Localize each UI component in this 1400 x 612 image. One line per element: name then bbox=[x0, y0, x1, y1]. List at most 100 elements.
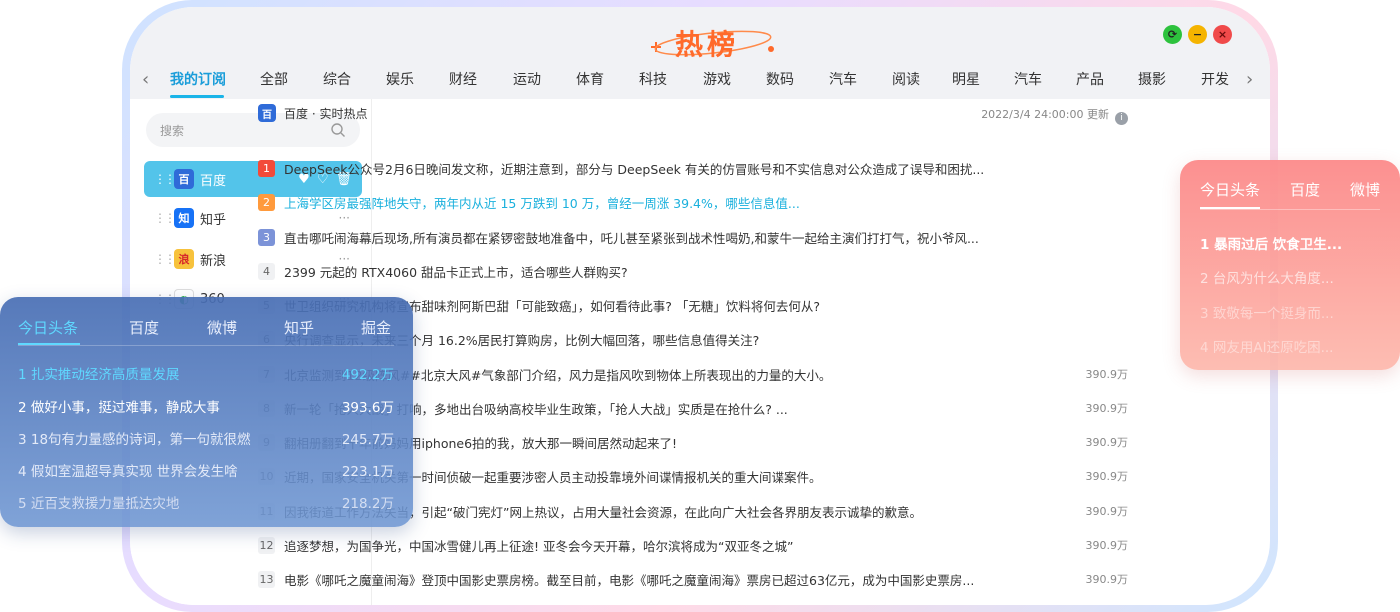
rank-badge: 4 bbox=[258, 262, 275, 280]
row-title[interactable]: 上海学区房最强阵地失守，两年内从近 15 万跌到 10 万，曾经一周涨 39.4… bbox=[284, 193, 1068, 212]
tab-toutiao[interactable]: 今日头条 bbox=[1200, 179, 1260, 200]
list-item[interactable]: 2 台风为什么大角度... bbox=[1200, 267, 1400, 287]
rank-badge: 13 bbox=[258, 570, 275, 588]
brand-logo: 热榜 bbox=[647, 21, 777, 61]
list-item-value: 218.2万 bbox=[341, 496, 394, 512]
table-row[interactable]: 4 2399 元起的 RTX4060 甜品卡正式上市，适合哪些人群购买? bbox=[258, 261, 1128, 281]
active-tab-underline bbox=[18, 343, 80, 345]
tab-sport[interactable]: 运动 bbox=[513, 69, 541, 89]
window-header: 热榜 ⟳ − × ‹ 我的订阅 全部 综合 娱乐 财经 运动 体育 科技 游戏 … bbox=[130, 7, 1270, 99]
active-tab-underline bbox=[170, 95, 224, 98]
list-item[interactable]: 5 近百支救援力量抵达灾地 218.2万 bbox=[18, 492, 394, 512]
row-title[interactable]: 追逐梦想，为国争光，中国冰雪健儿再上征途! 亚冬会今天开幕，哈尔滨将成为“双亚冬… bbox=[284, 536, 1068, 555]
tab-finance[interactable]: 财经 bbox=[449, 69, 477, 89]
card-divider bbox=[18, 345, 394, 346]
drag-handle-icon[interactable]: ⋮⋮ bbox=[154, 252, 176, 266]
category-tabs: ‹ 我的订阅 全部 综合 娱乐 财经 运动 体育 科技 游戏 数码 汽车 阅读 … bbox=[130, 65, 1270, 99]
list-item-title: 2 做好小事，挺过难事，静成大事 bbox=[18, 400, 220, 416]
drag-handle-icon[interactable]: ⋮⋮ bbox=[154, 211, 176, 225]
table-row[interactable]: 3 直击哪吒闹海幕后现场,所有演员都在紧锣密鼓地准备中，吒儿甚至紧张到战术性喝奶,… bbox=[258, 227, 1128, 247]
info-icon[interactable]: i bbox=[1115, 112, 1128, 125]
tab-digital[interactable]: 数码 bbox=[766, 69, 794, 89]
list-item-title: 1 扎实推动经济高质量发展 bbox=[18, 367, 180, 383]
content-header: 百 百度 · 实时热点 2022/3/4 24:00:00 更新 i bbox=[258, 102, 1128, 126]
tab-tech[interactable]: 科技 bbox=[639, 69, 667, 89]
list-item[interactable]: 1 暴雨过后 饮食卫生... bbox=[1200, 233, 1400, 253]
list-item[interactable]: 4 假如室温超导真实现 世界会发生啥 223.1万 bbox=[18, 460, 394, 480]
content-source-title: 百度 · 实时热点 bbox=[284, 107, 368, 121]
list-item-value: 393.6万 bbox=[341, 400, 394, 416]
hot-value: 390.9万 bbox=[1085, 368, 1129, 381]
window-controls: ⟳ − × bbox=[1163, 25, 1232, 44]
card-divider bbox=[1200, 209, 1380, 210]
zhihu-logo-icon: 知 bbox=[174, 208, 194, 228]
table-row[interactable]: 2 上海学区房最强阵地失守，两年内从近 15 万跌到 10 万，曾经一周涨 39.… bbox=[258, 192, 1128, 212]
sina-logo-icon: 浪 bbox=[174, 249, 194, 269]
tab-baidu[interactable]: 百度 bbox=[129, 317, 159, 338]
tab-juejin[interactable]: 掘金 bbox=[361, 317, 391, 338]
list-item-title: 3 18句有力量感的诗词，第一句就很燃 bbox=[18, 432, 251, 448]
list-item-title: 4 假如室温超导真实现 世界会发生啥 bbox=[18, 464, 238, 480]
tab-photography[interactable]: 摄影 bbox=[1138, 69, 1166, 89]
refresh-button[interactable]: ⟳ bbox=[1163, 25, 1182, 44]
tab-my-subscription[interactable]: 我的订阅 bbox=[170, 69, 226, 89]
rank-badge: 12 bbox=[258, 536, 275, 554]
tab-entertainment[interactable]: 娱乐 bbox=[386, 69, 414, 89]
hot-value: 390.9万 bbox=[1085, 505, 1129, 518]
list-item-value: 245.7万 bbox=[341, 432, 394, 448]
tab-zhihu[interactable]: 知乎 bbox=[284, 317, 314, 338]
tab-reading[interactable]: 阅读 bbox=[892, 69, 920, 89]
tab-games[interactable]: 游戏 bbox=[703, 69, 731, 89]
active-tab-underline bbox=[1200, 207, 1260, 209]
tab-weibo[interactable]: 微博 bbox=[207, 317, 237, 338]
row-title[interactable]: 2399 元起的 RTX4060 甜品卡正式上市，适合哪些人群购买? bbox=[284, 262, 1068, 281]
tab-all[interactable]: 全部 bbox=[260, 69, 288, 89]
tab-sports[interactable]: 体育 bbox=[576, 69, 604, 89]
tabs-scroll-left-icon[interactable]: ‹ bbox=[142, 69, 149, 90]
list-item-title: 5 近百支救援力量抵达灾地 bbox=[18, 496, 180, 512]
baidu-logo-icon: 百 bbox=[258, 104, 276, 122]
update-time-text: 2022/3/4 24:00:00 更新 bbox=[981, 108, 1109, 121]
list-item-value: 492.2万 bbox=[341, 367, 394, 383]
list-item[interactable]: 3 致敬每一个挺身而... bbox=[1200, 302, 1400, 322]
table-row[interactable]: 12 追逐梦想，为国争光，中国冰雪健儿再上征途! 亚冬会今天开幕，哈尔滨将成为“双… bbox=[258, 535, 1128, 555]
rank-badge: 1 bbox=[258, 159, 275, 177]
hot-card-left: 今日头条 百度 微博 知乎 掘金 1 扎实推动经济高质量发展 492.2万 2 做… bbox=[0, 297, 413, 527]
table-row[interactable]: 1 DeepSeek公众号2月6日晚间发文称，近期注意到，部分与 DeepSeek… bbox=[258, 158, 1128, 178]
more-icon[interactable]: ··· bbox=[339, 211, 350, 225]
rank-badge: 3 bbox=[258, 228, 275, 246]
close-button[interactable]: × bbox=[1213, 25, 1232, 44]
tab-dev[interactable]: 开发 bbox=[1201, 69, 1229, 89]
refresh-icon: ⟳ bbox=[1167, 28, 1178, 41]
table-row[interactable]: 13 电影《哪吒之魔童闹海》登顶中国影史票房榜。截至目前，电影《哪吒之魔童闹海》票… bbox=[258, 569, 1128, 589]
list-item[interactable]: 2 做好小事，挺过难事，静成大事 393.6万 bbox=[18, 396, 394, 416]
app-title: 热榜 bbox=[675, 28, 740, 61]
tab-cars[interactable]: 汽车 bbox=[829, 69, 857, 89]
row-title[interactable]: 电影《哪吒之魔童闹海》登顶中国影史票房榜。截至目前，电影《哪吒之魔童闹海》票房已… bbox=[284, 570, 1068, 589]
list-item[interactable]: 1 扎实推动经济高质量发展 492.2万 bbox=[18, 363, 394, 383]
baidu-logo-icon: 百 bbox=[174, 169, 194, 189]
rank-badge: 2 bbox=[258, 193, 275, 211]
hot-value: 390.9万 bbox=[1085, 539, 1129, 552]
row-title[interactable]: DeepSeek公众号2月6日晚间发文称，近期注意到，部分与 DeepSeek … bbox=[284, 159, 1068, 178]
tab-stars[interactable]: 明星 bbox=[952, 69, 980, 89]
tab-products[interactable]: 产品 bbox=[1076, 69, 1104, 89]
tab-weibo[interactable]: 微博 bbox=[1350, 179, 1380, 200]
hot-value: 390.9万 bbox=[1085, 436, 1129, 449]
row-title[interactable]: 直击哪吒闹海幕后现场,所有演员都在紧锣密鼓地准备中，吒儿甚至紧张到战术性喝奶,和… bbox=[284, 228, 1068, 247]
hot-value: 390.9万 bbox=[1085, 470, 1129, 483]
close-icon: × bbox=[1217, 28, 1228, 41]
minimize-button[interactable]: − bbox=[1188, 25, 1207, 44]
tabs-scroll-right-icon[interactable]: › bbox=[1246, 69, 1253, 90]
hot-value: 390.9万 bbox=[1085, 402, 1129, 415]
list-item[interactable]: 4 网友用AI还原吃困... bbox=[1200, 336, 1400, 356]
search-placeholder: 搜索 bbox=[160, 123, 185, 138]
list-item[interactable]: 3 18句有力量感的诗词，第一句就很燃 245.7万 bbox=[18, 428, 394, 448]
hot-card-right: 今日头条 百度 微博 1 暴雨过后 饮食卫生... 2 台风为什么大角度... … bbox=[1180, 160, 1400, 370]
tab-general[interactable]: 综合 bbox=[323, 69, 351, 89]
drag-handle-icon[interactable]: ⋮⋮ bbox=[154, 172, 176, 186]
tab-toutiao[interactable]: 今日头条 bbox=[18, 317, 78, 338]
tab-cars-2[interactable]: 汽车 bbox=[1014, 69, 1042, 89]
hot-value: 390.9万 bbox=[1085, 573, 1129, 586]
tab-baidu[interactable]: 百度 bbox=[1290, 179, 1320, 200]
